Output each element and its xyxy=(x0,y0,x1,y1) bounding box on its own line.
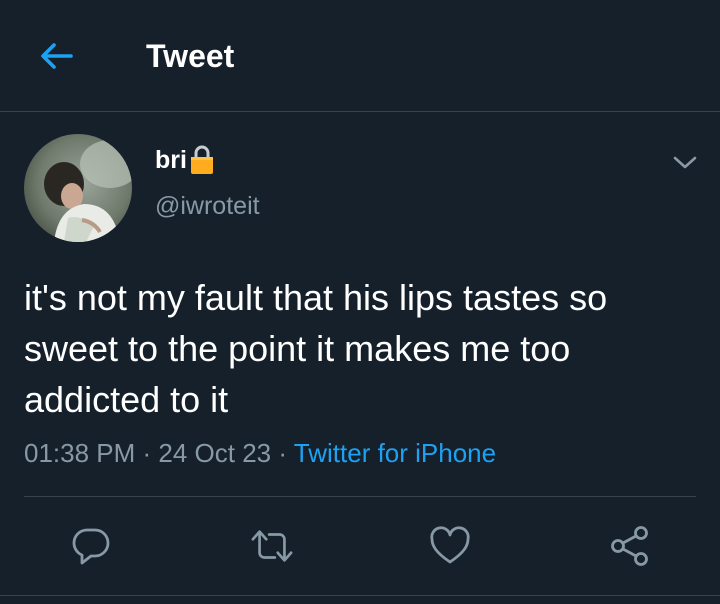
tweet-date: 24 Oct 23 xyxy=(158,438,272,468)
tweet-meta: 01:38 PM · 24 Oct 23 · Twitter for iPhon… xyxy=(24,438,496,469)
arrow-left-icon xyxy=(41,43,73,69)
display-name: bri xyxy=(155,145,187,174)
lock-icon xyxy=(190,145,214,175)
page-title: Tweet xyxy=(146,38,235,74)
tweet-text: it's not my fault that his lips tastes s… xyxy=(24,277,608,420)
reply-icon xyxy=(72,528,110,565)
user-handle[interactable]: @iwroteit xyxy=(155,192,260,221)
top-bar: Tweet xyxy=(0,0,720,112)
avatar-photo xyxy=(24,134,132,242)
divider xyxy=(24,496,696,497)
reply-button[interactable] xyxy=(69,524,113,568)
back-button[interactable] xyxy=(32,36,80,76)
chevron-down-icon xyxy=(673,156,697,169)
avatar[interactable] xyxy=(24,134,132,242)
display-name-row[interactable]: bri xyxy=(155,145,214,175)
like-button[interactable] xyxy=(428,524,472,568)
retweet-button[interactable] xyxy=(250,524,294,568)
tweet-source-link[interactable]: Twitter for iPhone xyxy=(294,438,496,468)
retweet-icon xyxy=(251,530,293,562)
share-button[interactable] xyxy=(608,524,652,568)
more-options-button[interactable] xyxy=(668,148,702,178)
bottom-divider xyxy=(0,595,720,596)
tweet-time: 01:38 PM xyxy=(24,438,136,468)
heart-icon xyxy=(430,526,470,564)
meta-separator: · xyxy=(135,438,159,468)
share-icon xyxy=(611,526,648,566)
meta-separator: · xyxy=(271,438,294,468)
